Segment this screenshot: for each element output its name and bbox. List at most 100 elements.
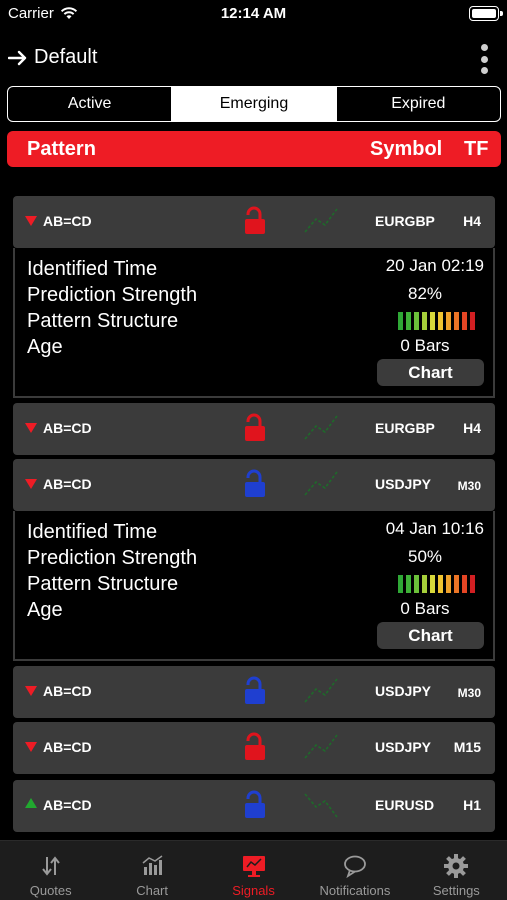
pattern-preview-icon [304, 471, 338, 496]
symbol: USDJPY [375, 476, 432, 492]
back-button[interactable]: Default [8, 46, 97, 69]
signal-detail: Identified Time 20 Jan 02:19 Prediction … [13, 248, 495, 398]
structure-bar-segment [422, 312, 427, 330]
structure-bar-segment [454, 575, 459, 593]
structure-bar-segment [470, 575, 475, 593]
tab-quotes[interactable]: Quotes [0, 841, 101, 900]
segment-active[interactable]: Active [8, 87, 173, 121]
pattern-structure-label: Pattern Structure [27, 310, 179, 332]
structure-bar-segment [446, 575, 451, 593]
structure-bar-segment [462, 312, 467, 330]
bearish-arrow-icon [25, 479, 37, 489]
pattern-structure-label: Pattern Structure [27, 573, 179, 595]
segment-expired[interactable]: Expired [337, 87, 500, 121]
symbol: EURGBP [375, 420, 435, 436]
pattern-name: AB=CD [43, 797, 92, 813]
signal-row[interactable]: AB=CD EURGBP H4 [13, 196, 495, 248]
unlocked-blue-icon [245, 469, 265, 497]
structure-bar-segment [430, 312, 435, 330]
structure-bar-segment [454, 312, 459, 330]
pattern-name: AB=CD [43, 213, 92, 229]
structure-bar-segment [470, 312, 475, 330]
structure-bar-segment [398, 312, 403, 330]
symbol: EURGBP [375, 213, 435, 229]
pattern-preview-icon [304, 208, 338, 233]
more-options-icon[interactable] [479, 44, 489, 74]
symbol: USDJPY [375, 739, 432, 755]
timeframe: M15 [453, 739, 481, 755]
identified-time-label: Identified Time [27, 521, 158, 543]
tab-label: Settings [432, 883, 480, 898]
unlocked-blue-icon [245, 790, 265, 818]
structure-bar-segment [398, 575, 403, 593]
unlocked-red-icon [245, 732, 265, 760]
structure-bar-segment [406, 575, 411, 593]
bullish-arrow-icon [25, 798, 37, 808]
symbol: USDJPY [375, 683, 432, 699]
pattern-preview-icon [304, 415, 338, 440]
tab-settings[interactable]: Settings [406, 841, 507, 900]
structure-bar-segment [446, 312, 451, 330]
symbol: EURUSD [375, 797, 435, 813]
settings-icon [444, 854, 469, 878]
prediction-strength-value: 82% [407, 284, 443, 303]
column-header: Pattern Symbol TF [7, 131, 501, 167]
tab-notifications[interactable]: Notifications [304, 841, 405, 900]
timeframe: H4 [463, 213, 481, 229]
signal-row[interactable]: AB=CD USDJPY M15 [13, 722, 495, 774]
pattern-preview-icon [304, 793, 338, 818]
tab-label: Quotes [29, 883, 72, 898]
timeframe: H1 [463, 797, 481, 813]
tab-chart[interactable]: Chart [101, 841, 202, 900]
arrow-right-icon [8, 50, 27, 65]
header-symbol: Symbol [370, 138, 443, 160]
structure-bar-segment [406, 312, 411, 330]
chart-button[interactable]: Chart [377, 359, 484, 386]
tab-signals[interactable]: Signals [203, 841, 304, 900]
structure-bar-segment [422, 575, 427, 593]
signal-row[interactable]: AB=CD USDJPY M30 [13, 459, 495, 511]
age-value: 0 Bars [400, 336, 450, 355]
segmented-control: Active Emerging Expired [7, 86, 501, 122]
chart-button[interactable]: Chart [377, 622, 484, 649]
pattern-preview-icon [304, 734, 338, 759]
identified-time-value: 04 Jan 10:16 [385, 519, 484, 538]
pattern-name: AB=CD [43, 739, 92, 755]
bearish-arrow-icon [25, 742, 37, 752]
tab-bar: Quotes Chart Signals Notifications Setti… [0, 840, 507, 900]
chart-icon [142, 855, 163, 875]
pattern-name: AB=CD [43, 683, 92, 699]
structure-bar-segment [414, 312, 419, 330]
signal-list: AB=CD EURGBP H4 Identified Time 20 Jan 0… [0, 196, 507, 840]
unlocked-red-icon [245, 206, 265, 234]
status-bar: Carrier 12:14 AM [0, 0, 507, 28]
signal-row[interactable]: AB=CD EURGBP H4 [13, 403, 495, 455]
battery-icon [469, 6, 503, 21]
age-label: Age [27, 336, 63, 358]
identified-time-value: 20 Jan 02:19 [385, 256, 484, 275]
structure-bar-segment [430, 575, 435, 593]
pattern-name: AB=CD [43, 476, 92, 492]
navigation-bar: Default [0, 38, 507, 82]
age-label: Age [27, 599, 63, 621]
structure-bar-segment [414, 575, 419, 593]
pattern-structure-bars [398, 312, 475, 330]
prediction-strength-label: Prediction Strength [27, 547, 198, 569]
pattern-name: AB=CD [43, 420, 92, 436]
notifications-icon [344, 855, 366, 879]
signals-icon [242, 856, 265, 877]
prediction-strength-value: 50% [407, 547, 443, 566]
prediction-strength-label: Prediction Strength [27, 284, 198, 306]
timeframe: M30 [457, 479, 481, 493]
segment-emerging[interactable]: Emerging [172, 87, 337, 121]
bearish-arrow-icon [25, 423, 37, 433]
tab-label: Notifications [319, 883, 391, 898]
status-time: 12:14 AM [220, 5, 287, 22]
signal-row[interactable]: AB=CD EURUSD H1 [13, 780, 495, 832]
signal-detail: Identified Time 04 Jan 10:16 Prediction … [13, 511, 495, 661]
identified-time-label: Identified Time [27, 258, 158, 280]
unlocked-red-icon [245, 413, 265, 441]
header-tf: TF [464, 138, 489, 160]
signal-row[interactable]: AB=CD USDJPY M30 [13, 666, 495, 718]
structure-bar-segment [462, 575, 467, 593]
